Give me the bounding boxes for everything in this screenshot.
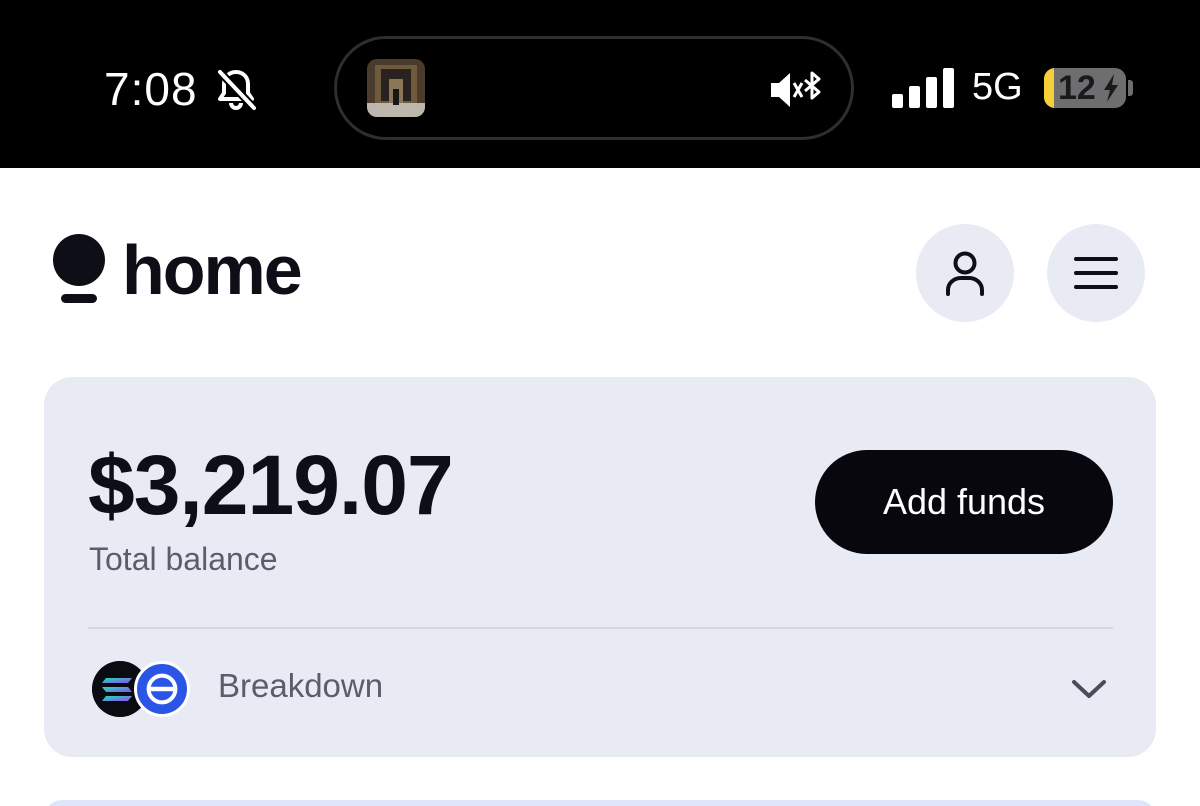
status-bar: 7:08 5G 12 [0, 0, 1200, 168]
status-time: 7:08 [104, 63, 198, 115]
balance-card: $3,219.07 Total balance Add funds Breakd… [44, 377, 1156, 757]
hamburger-icon [1074, 257, 1118, 289]
battery-charging-icon: 12 [1044, 68, 1126, 108]
next-card-edge [44, 800, 1156, 806]
profile-button[interactable] [916, 224, 1014, 322]
usdc-icon [134, 661, 190, 717]
divider [88, 627, 1113, 629]
network-type: 5G [972, 66, 1023, 108]
battery-level-fill [1044, 68, 1054, 108]
bell-slash-icon [217, 69, 257, 111]
battery-cap [1128, 80, 1133, 96]
total-balance-label: Total balance [89, 541, 278, 577]
home-logo-icon [53, 234, 105, 303]
dynamic-island[interactable] [334, 36, 854, 140]
album-art [367, 59, 425, 117]
breakdown-label: Breakdown [218, 667, 384, 704]
total-balance-amount: $3,219.07 [88, 438, 454, 532]
bolt-icon [1104, 74, 1118, 102]
chevron-down-icon [1072, 680, 1106, 698]
battery-level: 12 [1058, 69, 1096, 107]
bluetooth-icon [804, 71, 821, 100]
signal-icon [892, 68, 954, 108]
person-icon [946, 251, 984, 296]
menu-button[interactable] [1047, 224, 1145, 322]
add-funds-button[interactable]: Add funds [815, 450, 1113, 554]
brand[interactable]: home [52, 230, 303, 310]
breakdown-toggle[interactable]: Breakdown [88, 655, 1113, 723]
brand-name: home [122, 231, 303, 309]
speaker-muted-icon [771, 71, 821, 107]
